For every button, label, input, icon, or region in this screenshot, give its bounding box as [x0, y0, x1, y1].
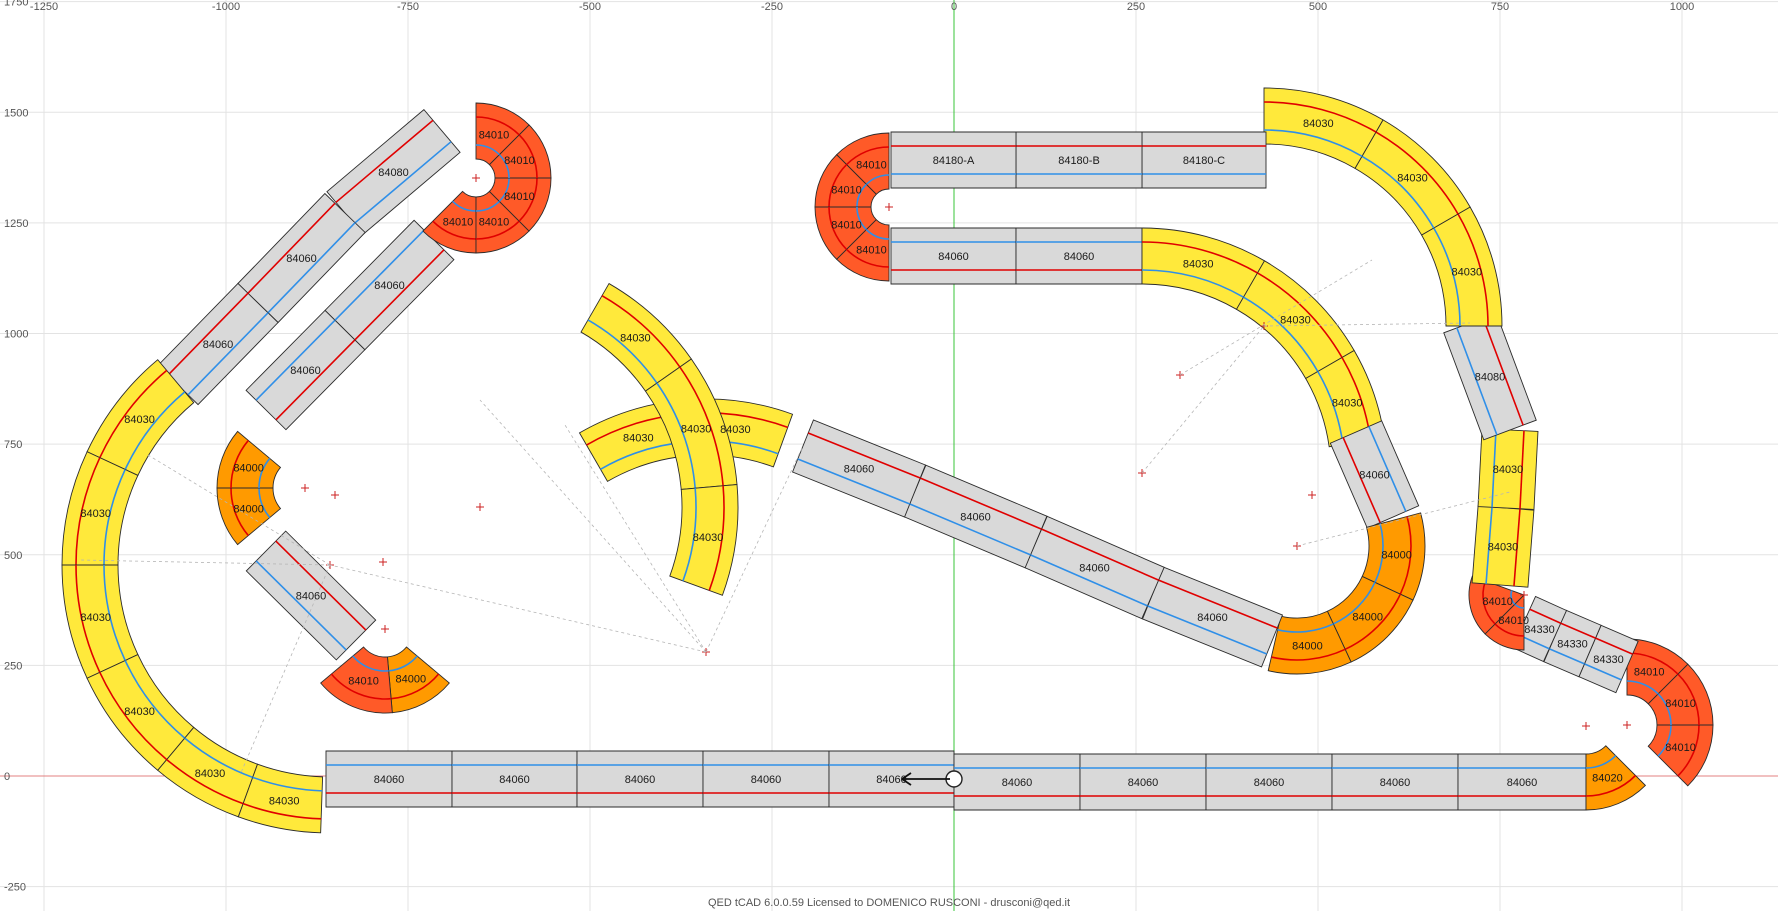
- x-tick-label: 250: [1127, 1, 1145, 13]
- segment-code-label: 84060: [499, 774, 530, 786]
- segment-code-label: 84030: [693, 532, 724, 544]
- segment-code-label: 84010: [1482, 596, 1513, 608]
- segment-code-label: 84060: [1128, 777, 1159, 789]
- segment-code-label: 84030: [1452, 267, 1483, 279]
- segment-code-label: 84030: [195, 768, 226, 780]
- segment-code-label: 84060: [844, 464, 875, 476]
- segment-code-label: 84060: [1359, 470, 1390, 482]
- track-section-84000[interactable]: [216, 487, 282, 546]
- segment-code-label: 84060: [1254, 777, 1285, 789]
- segment-code-label: 84030: [1493, 464, 1524, 476]
- x-tick-label: -500: [579, 1, 601, 13]
- segment-code-label: 84010: [1665, 742, 1696, 754]
- segment-code-label: 84010: [1665, 698, 1696, 710]
- y-tick-label: 750: [4, 439, 22, 451]
- segment-code-label: 84000: [233, 504, 264, 516]
- segment-code-label: 84020: [1592, 773, 1623, 785]
- segment-code-label: 84060: [286, 253, 317, 265]
- segment-code-label: 84060: [296, 591, 327, 603]
- construction-line: [1141, 325, 1265, 474]
- x-tick-label: -750: [397, 1, 419, 13]
- segment-code-label: 84180-B: [1058, 155, 1100, 167]
- segment-code-label: 84010: [1498, 615, 1529, 627]
- x-tick-label: -250: [761, 1, 783, 13]
- segment-code-label: 84030: [681, 423, 712, 435]
- segment-code-label: 84060: [1507, 777, 1538, 789]
- segment-code-label: 84010: [479, 130, 510, 142]
- segment-code-label: 84180-C: [1183, 155, 1225, 167]
- segment-code-label: 84030: [124, 706, 155, 718]
- segment-code-label: 84030: [80, 612, 111, 624]
- segment-code-label: 84010: [348, 676, 379, 688]
- x-tick-label: -1250: [30, 1, 58, 13]
- segment-code-label: 84060: [1079, 563, 1110, 575]
- segment-code-label: 84180-A: [933, 155, 975, 167]
- segment-code-label: 84060: [290, 365, 321, 377]
- track-layout-canvas[interactable]: 84060 84060 84060 84060 84060 84060 84060 84060…: [0, 0, 1778, 911]
- segment-code-label: 84000: [1381, 550, 1412, 562]
- segment-code-label: 84030: [1397, 173, 1428, 185]
- y-tick-label: 1750: [4, 0, 28, 9]
- segment-code-label: 84030: [1303, 118, 1334, 130]
- segment-code-label: 84060: [625, 774, 656, 786]
- segment-code-label: 84330: [1593, 654, 1624, 666]
- segment-code-label: 84060: [374, 774, 405, 786]
- segment-code-label: 84030: [124, 414, 155, 426]
- segment-code-label: 84030: [269, 796, 300, 808]
- segment-code-label: 84030: [620, 332, 651, 344]
- segment-code-label: 84030: [623, 432, 654, 444]
- x-tick-label: 1000: [1670, 1, 1694, 13]
- x-tick-label: 750: [1491, 1, 1509, 13]
- segment-code-label: 84060: [203, 339, 234, 351]
- segment-code-label: 84010: [443, 216, 474, 228]
- segment-code-label: 84010: [479, 216, 510, 228]
- segment-code-label: 84060: [374, 280, 405, 292]
- segment-code-label: 84060: [1002, 777, 1033, 789]
- y-tick-label: 1500: [4, 107, 28, 119]
- y-tick-label: -250: [4, 882, 26, 894]
- y-tick-label: 1250: [4, 218, 28, 230]
- segment-code-label: 84060: [938, 251, 969, 263]
- segment-code-label: 84000: [396, 674, 427, 686]
- segment-code-label: 84030: [720, 424, 751, 436]
- segment-code-label: 84030: [1488, 542, 1519, 554]
- construction-line: [329, 564, 707, 653]
- segment-code-label: 84030: [80, 508, 111, 520]
- track: [61, 87, 1714, 834]
- segment-code-label: 84060: [960, 512, 991, 524]
- license-footer: QED tCAD 6.0.0.59 Licensed to DOMENICO R…: [707, 897, 1071, 909]
- segment-code-label: 84060: [1197, 612, 1228, 624]
- segment-code-label: 84000: [1352, 612, 1383, 624]
- x-tick-label: 500: [1309, 1, 1327, 13]
- segment-code-label: 84010: [831, 184, 862, 196]
- segment-code-label: 84010: [504, 155, 535, 167]
- segment-code-label: 84010: [831, 220, 862, 232]
- segment-code-label: 84030: [1332, 397, 1363, 409]
- segment-code-label: 84010: [504, 191, 535, 203]
- segment-code-label: 84030: [1183, 258, 1214, 270]
- y-tick-label: 0: [4, 771, 10, 783]
- y-tick-label: 500: [4, 550, 22, 562]
- segment-code-label: 84000: [233, 462, 264, 474]
- segment-code-label: 84080: [1475, 372, 1506, 384]
- segment-code-label: 84000: [1292, 640, 1323, 652]
- segment-code-label: 84060: [1380, 777, 1411, 789]
- track-section-84000[interactable]: [216, 430, 282, 489]
- segment-code-label: 84010: [856, 244, 887, 256]
- segment-code-label: 84010: [856, 160, 887, 172]
- segment-code-label: 84060: [751, 774, 782, 786]
- segment-code-label: 84010: [1634, 666, 1665, 678]
- segment-code-label: 84330: [1557, 639, 1588, 651]
- segment-code-label: 84060: [1064, 251, 1095, 263]
- x-tick-label: -1000: [212, 1, 240, 13]
- y-tick-label: 250: [4, 660, 22, 672]
- y-tick-label: 1000: [4, 329, 28, 341]
- segment-code-label: 84080: [378, 167, 409, 179]
- segment-code-label: 84030: [1280, 315, 1311, 327]
- x-tick-label: 0: [951, 1, 957, 13]
